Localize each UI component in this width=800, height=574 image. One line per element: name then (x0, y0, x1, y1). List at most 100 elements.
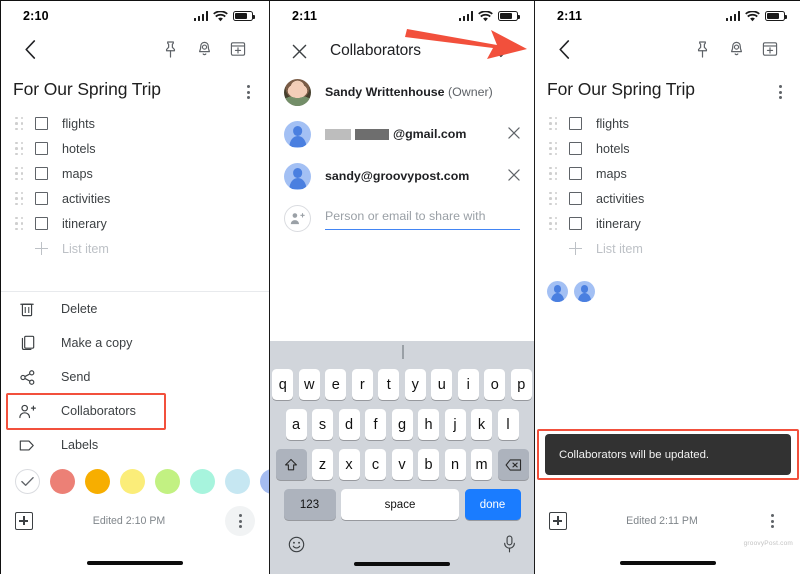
more-options-button[interactable] (757, 506, 787, 536)
key-a[interactable]: a (285, 409, 307, 440)
list-item[interactable]: activities (1, 186, 269, 211)
checkbox[interactable] (35, 217, 48, 230)
key-b[interactable]: b (418, 449, 439, 480)
list-item[interactable]: flights (535, 111, 800, 136)
page-title[interactable]: For Our Spring Trip (547, 79, 769, 100)
bell-icon[interactable] (187, 32, 221, 66)
share-with-row[interactable]: Person or email to share with (270, 197, 534, 239)
collaborator-row-owner[interactable]: Sandy Writtenhouse (Owner) (270, 71, 534, 113)
check-icon[interactable] (486, 34, 520, 68)
list-item[interactable]: maps (1, 161, 269, 186)
remove-collaborator-button[interactable] (508, 126, 520, 142)
key-i[interactable]: i (457, 369, 479, 400)
key-z[interactable]: z (312, 449, 333, 480)
key-done[interactable]: done (464, 489, 521, 520)
menu-item-delete[interactable]: Delete (1, 292, 269, 326)
list-item[interactable]: activities (535, 186, 800, 211)
checkbox[interactable] (35, 192, 48, 205)
key-u[interactable]: u (431, 369, 453, 400)
checkbox[interactable] (35, 117, 48, 130)
pin-icon[interactable] (153, 32, 187, 66)
add-attachment-icon[interactable] (15, 512, 33, 530)
key-numbers[interactable]: 123 (283, 489, 336, 520)
key-q[interactable]: q (272, 369, 294, 400)
key-m[interactable]: m (471, 449, 492, 480)
drag-handle-icon[interactable] (15, 141, 29, 156)
list-item[interactable]: itinerary (1, 211, 269, 236)
key-o[interactable]: o (484, 369, 506, 400)
collaborator-avatars[interactable] (535, 261, 800, 302)
archive-icon[interactable] (221, 32, 255, 66)
avatar[interactable] (547, 281, 568, 302)
key-k[interactable]: k (471, 409, 492, 440)
add-list-item-row[interactable]: List item (535, 236, 800, 261)
menu-item-send[interactable]: Send (1, 360, 269, 394)
menu-item-labels[interactable]: Labels (1, 428, 269, 462)
more-options-button[interactable] (225, 506, 255, 536)
collaborator-row-redacted[interactable]: @gmail.com (270, 113, 534, 155)
drag-handle-icon[interactable] (549, 191, 563, 206)
checkbox[interactable] (35, 167, 48, 180)
key-c[interactable]: c (365, 449, 386, 480)
add-attachment-icon[interactable] (549, 512, 567, 530)
drag-handle-icon[interactable] (549, 116, 563, 131)
close-icon[interactable] (282, 34, 316, 68)
color-swatch-none[interactable] (15, 469, 40, 494)
archive-icon[interactable] (753, 32, 787, 66)
key-d[interactable]: d (338, 409, 360, 440)
key-x[interactable]: x (338, 449, 360, 480)
emoji-icon[interactable] (288, 536, 305, 558)
key-space[interactable]: space (341, 489, 459, 520)
drag-handle-icon[interactable] (15, 191, 29, 206)
shift-icon[interactable] (275, 449, 307, 480)
key-s[interactable]: s (312, 409, 333, 440)
drag-handle-icon[interactable] (549, 166, 563, 181)
key-h[interactable]: h (418, 409, 439, 440)
checkbox[interactable] (569, 217, 582, 230)
collaborator-row-sandy[interactable]: sandy@groovypost.com (270, 155, 534, 197)
checkbox[interactable] (569, 192, 582, 205)
back-arrow-icon[interactable] (547, 32, 581, 66)
key-r[interactable]: r (351, 369, 373, 400)
drag-handle-icon[interactable] (549, 141, 563, 156)
color-swatch-yellow[interactable] (120, 469, 145, 494)
checkbox[interactable] (569, 167, 582, 180)
color-swatch-light-blue[interactable] (225, 469, 250, 494)
checkbox[interactable] (569, 117, 582, 130)
note-overflow-menu-button[interactable] (237, 79, 259, 105)
microphone-icon[interactable] (503, 535, 516, 558)
color-swatch-periwinkle[interactable] (260, 469, 269, 494)
drag-handle-icon[interactable] (15, 216, 29, 231)
drag-handle-icon[interactable] (15, 116, 29, 131)
backspace-icon[interactable] (497, 449, 529, 480)
pin-icon[interactable] (685, 32, 719, 66)
list-item[interactable]: itinerary (535, 211, 800, 236)
color-swatch-orange[interactable] (85, 469, 110, 494)
key-g[interactable]: g (391, 409, 413, 440)
remove-collaborator-button[interactable] (508, 168, 520, 184)
list-item[interactable]: hotels (1, 136, 269, 161)
note-overflow-menu-button[interactable] (769, 79, 791, 105)
list-item[interactable]: flights (1, 111, 269, 136)
back-arrow-icon[interactable] (13, 32, 47, 66)
key-j[interactable]: j (444, 409, 466, 440)
share-input[interactable]: Person or email to share with (325, 207, 520, 230)
key-p[interactable]: p (510, 369, 532, 400)
avatar[interactable] (574, 281, 595, 302)
menu-item-make-a-copy[interactable]: Make a copy (1, 326, 269, 360)
color-swatch-green[interactable] (155, 469, 180, 494)
page-title[interactable]: For Our Spring Trip (13, 79, 237, 100)
list-item[interactable]: hotels (535, 136, 800, 161)
key-f[interactable]: f (365, 409, 386, 440)
drag-handle-icon[interactable] (15, 166, 29, 181)
key-v[interactable]: v (391, 449, 413, 480)
checkbox[interactable] (35, 142, 48, 155)
key-w[interactable]: w (298, 369, 320, 400)
key-t[interactable]: t (378, 369, 400, 400)
color-swatch-coral[interactable] (50, 469, 75, 494)
key-e[interactable]: e (325, 369, 347, 400)
key-n[interactable]: n (444, 449, 466, 480)
color-swatch-mint[interactable] (190, 469, 215, 494)
checkbox[interactable] (569, 142, 582, 155)
drag-handle-icon[interactable] (549, 216, 563, 231)
